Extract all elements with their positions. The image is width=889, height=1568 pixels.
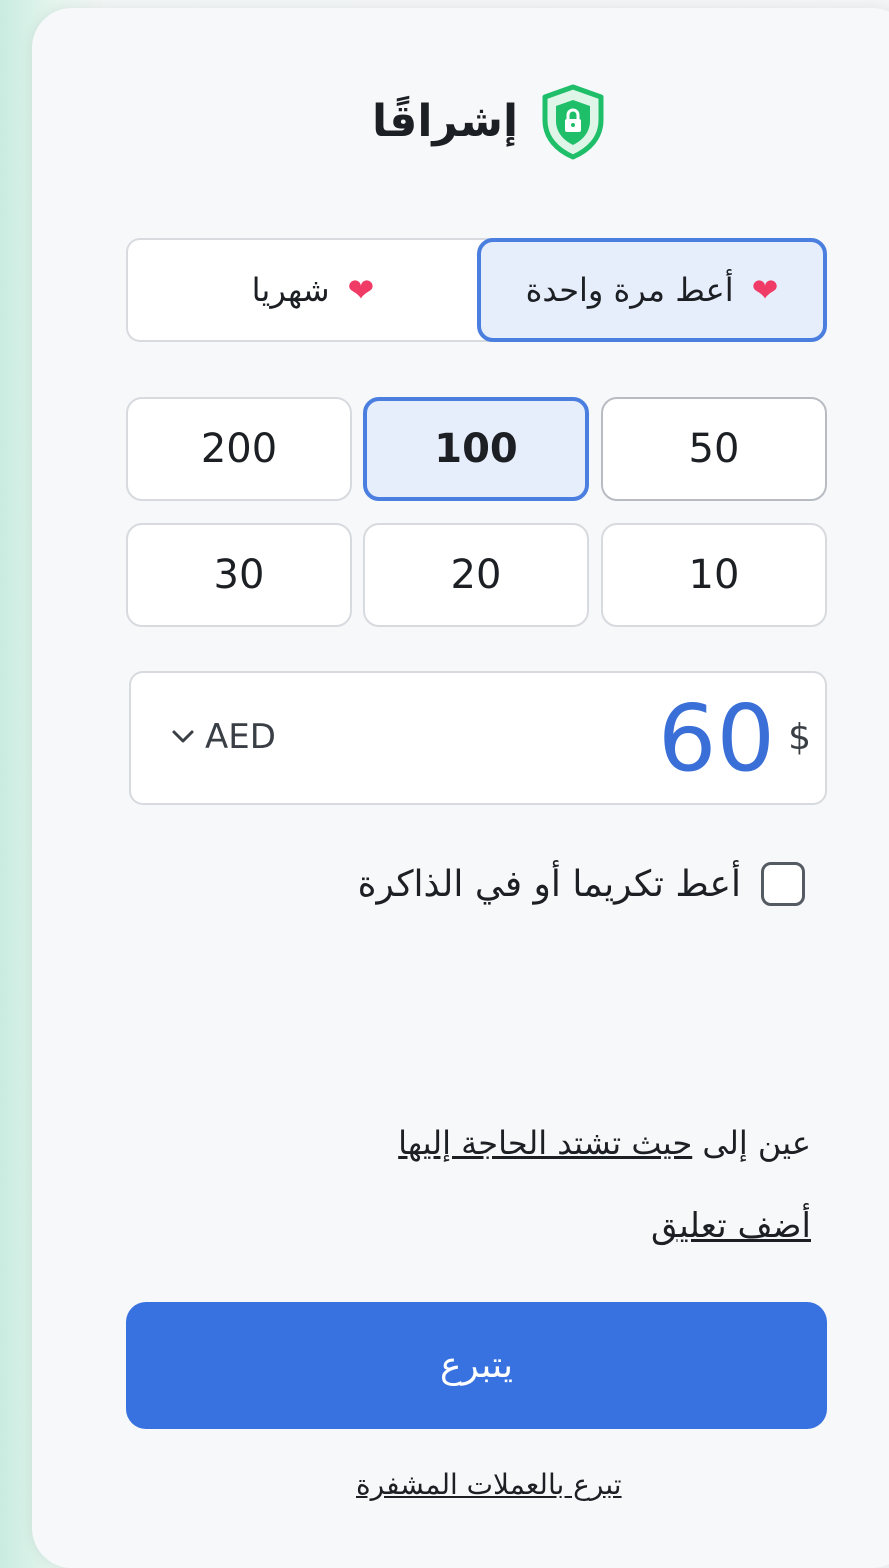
- designation-link[interactable]: حيث تشتد الحاجة إليها: [398, 1124, 692, 1162]
- custom-amount-field[interactable]: AED 60 $: [129, 671, 827, 805]
- currency-select[interactable]: AED: [171, 717, 276, 757]
- designation-text: عين إلى حيث تشتد الحاجة إليها: [398, 1124, 811, 1162]
- brand-name: إشراقًا: [372, 96, 519, 147]
- amount-option-10[interactable]: 10: [601, 523, 827, 627]
- one-time-label: أعط مرة واحدة: [525, 271, 734, 309]
- monthly-label: شهريا: [251, 271, 330, 309]
- crypto-donate-link[interactable]: تبرع بالعملات المشفرة: [356, 1468, 622, 1501]
- amount-option-20[interactable]: 20: [363, 523, 589, 627]
- tribute-checkbox[interactable]: [761, 862, 805, 906]
- currency-code: AED: [205, 717, 276, 757]
- add-comment-link[interactable]: أضف تعليق: [651, 1206, 811, 1246]
- heart-icon: ❤: [347, 271, 375, 309]
- donate-button[interactable]: يتبرع: [126, 1302, 827, 1429]
- tribute-label: أعط تكريما أو في الذاكرة: [357, 863, 741, 905]
- amount-option-50[interactable]: 50: [601, 397, 827, 501]
- amount-option-100[interactable]: 100: [363, 397, 589, 501]
- custom-amount-value[interactable]: 60: [658, 689, 775, 789]
- amount-option-30[interactable]: 30: [126, 523, 352, 627]
- shield-lock-icon: [542, 84, 604, 160]
- designation-prefix: عين إلى: [702, 1124, 811, 1162]
- currency-symbol: $: [788, 717, 811, 758]
- monthly-toggle[interactable]: ❤ شهريا: [126, 238, 498, 342]
- heart-icon: ❤: [751, 271, 779, 309]
- brand-header: إشراقًا: [372, 84, 606, 160]
- chevron-down-icon: [172, 730, 194, 743]
- amount-option-200[interactable]: 200: [126, 397, 352, 501]
- tribute-option[interactable]: أعط تكريما أو في الذاكرة: [358, 862, 805, 906]
- one-time-toggle[interactable]: ❤ أعط مرة واحدة: [477, 238, 827, 342]
